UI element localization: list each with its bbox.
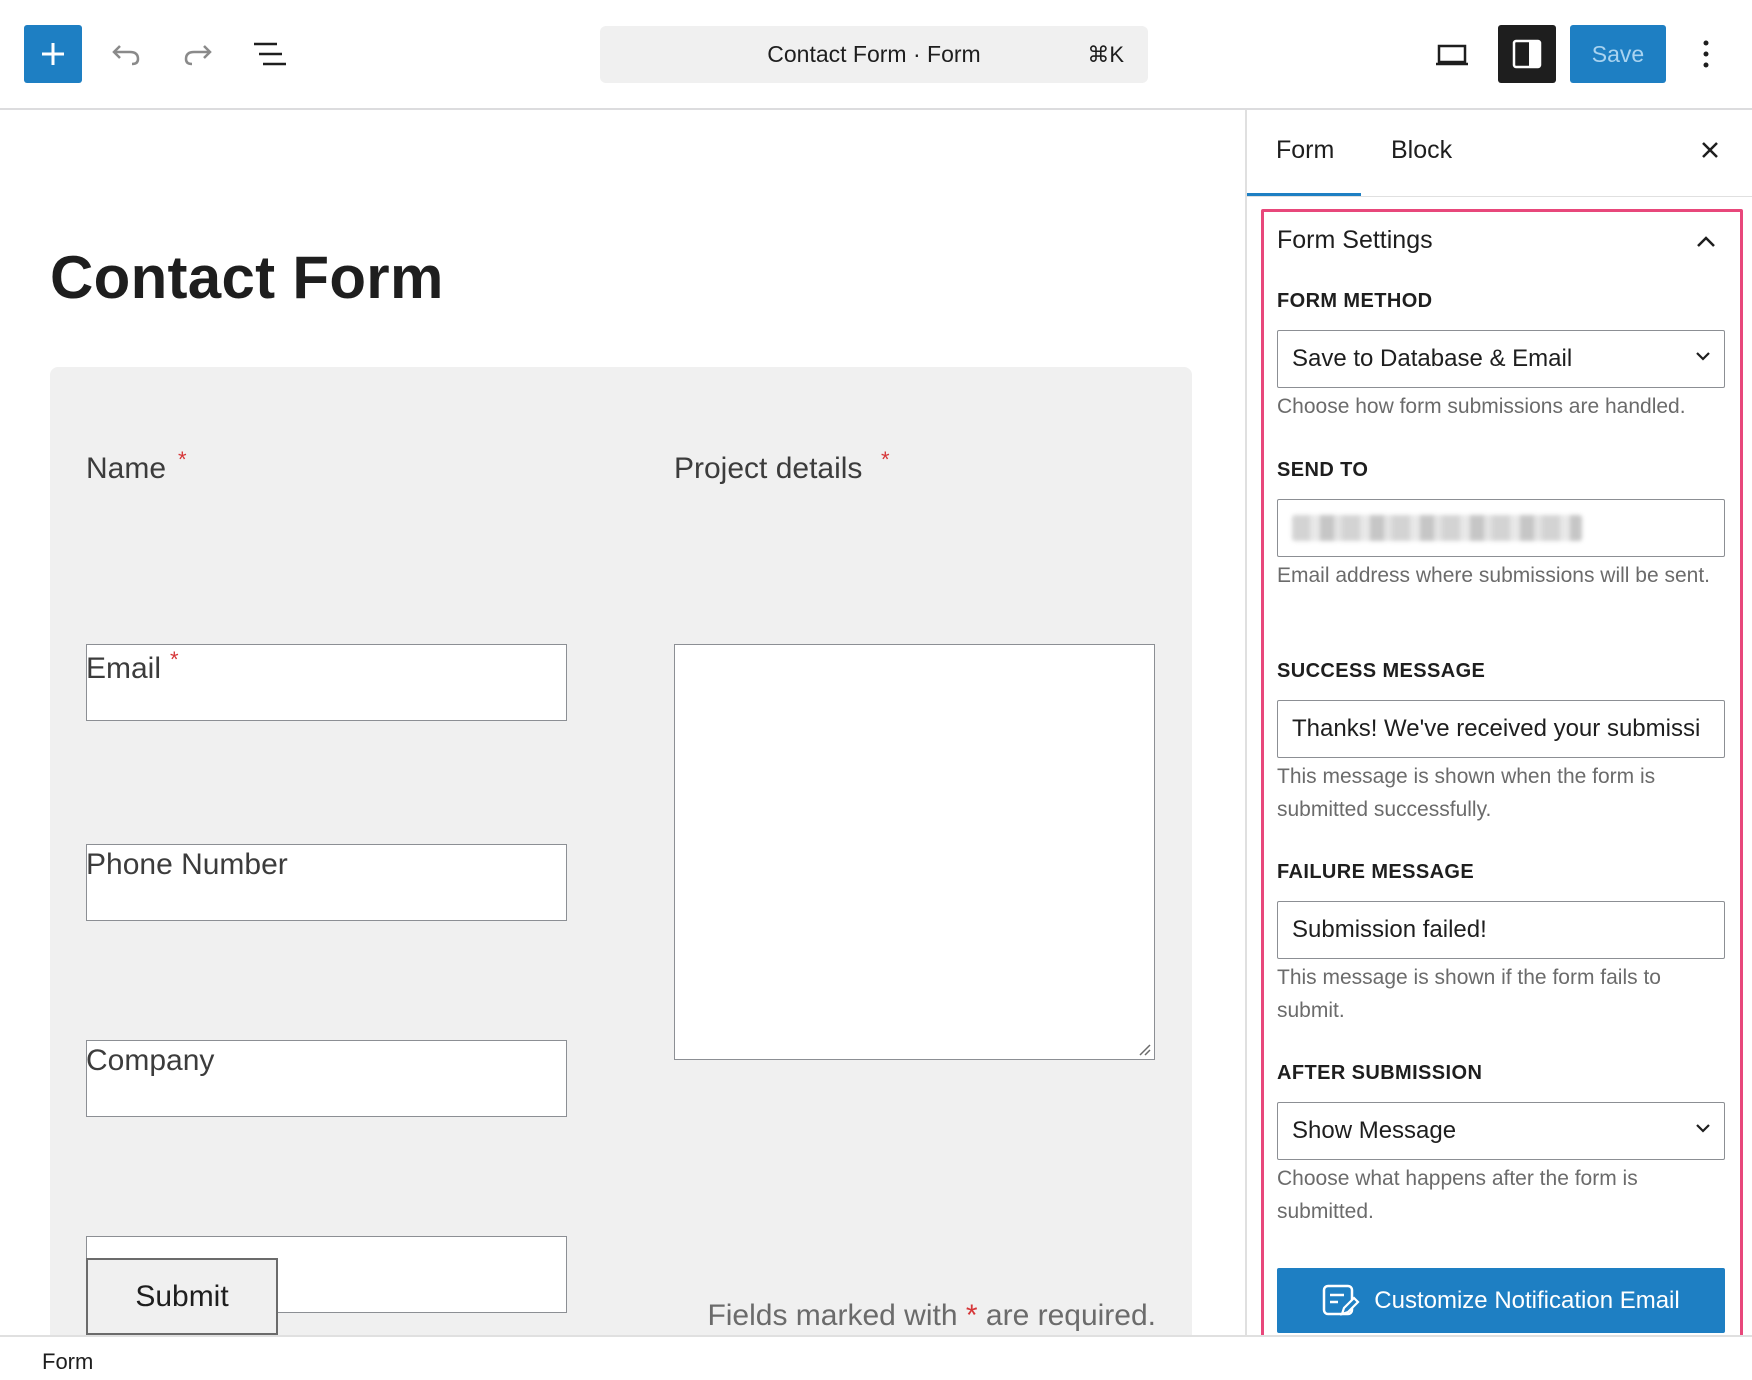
redacted-email [1292,515,1582,541]
project-details-label: Project details [674,452,863,485]
options-menu-button[interactable] [1686,29,1726,79]
project-details-textarea[interactable] [674,644,1155,1060]
required-fields-note: Fields marked with * are required. [707,1299,1156,1333]
email-edit-icon [1323,1284,1360,1316]
required-note-suffix: are required. [985,1299,1156,1332]
document-title: Contact Form · Form [767,41,981,67]
contact-form-block[interactable]: Name * Email * Phone Number Company Proj… [50,367,1192,1336]
after-submission-select[interactable]: Show Message [1277,1102,1725,1160]
editor-canvas: Contact Form Name * Email * Phone Number… [0,110,1245,1336]
chevron-down-icon [1696,352,1710,361]
send-to-label: SEND TO [1277,459,1369,481]
required-marker: * [170,647,179,672]
after-submission-value: Show Message [1292,1117,1457,1144]
form-method-value: Save to Database & Email [1292,345,1573,372]
failure-message-input[interactable]: Submission failed! [1277,901,1725,959]
undo-icon [112,45,140,66]
name-label: Name [86,452,167,485]
chevron-up-icon [1697,236,1715,247]
cta-label: Customize Notification Email [1374,1286,1680,1314]
tab-block[interactable]: Block [1391,136,1452,165]
form-settings-panel: Form Settings FORM METHOD Save to Databa… [1261,209,1743,1347]
preview-device-button[interactable] [1426,29,1478,81]
required-note-prefix: Fields marked with [707,1299,958,1332]
success-message-value: Thanks! We've received your submissi [1292,715,1701,742]
sidebar-icon [1512,39,1542,69]
desktop-icon [1436,44,1468,66]
submit-button[interactable]: Submit [86,1258,278,1335]
required-note-star: * [965,1299,978,1332]
redo-icon [184,45,212,66]
editor-toolbar: Contact Form · Form ⌘K Save [0,0,1752,110]
resize-handle-icon[interactable] [1137,1042,1151,1056]
save-button[interactable]: Save [1570,25,1666,83]
block-breadcrumb-bar: Form [0,1335,1752,1380]
customize-notification-email-button[interactable]: Customize Notification Email [1277,1268,1725,1333]
chevron-down-icon [1696,1124,1710,1133]
command-shortcut: ⌘K [1087,41,1124,67]
settings-sidebar: Form Block Form Settings FORM METHOD Sav… [1245,110,1752,1347]
add-block-button[interactable] [24,25,82,83]
collapse-panel-button[interactable] [1688,224,1724,260]
success-message-label: SUCCESS MESSAGE [1277,660,1486,682]
success-message-input[interactable]: Thanks! We've received your submissi [1277,700,1725,758]
page-title[interactable]: Contact Form [50,243,444,312]
plus-icon [42,43,64,65]
form-method-help: Choose how form submissions are handled. [1277,395,1686,418]
panel-title[interactable]: Form Settings [1277,226,1433,255]
settings-sidebar-toggle[interactable] [1498,25,1556,83]
failure-message-value: Submission failed! [1292,916,1487,943]
form-method-label: FORM METHOD [1277,290,1433,312]
failure-message-help: This message is shown if the form fails … [1277,966,1661,1022]
command-palette-bar[interactable]: Contact Form · Form ⌘K [600,26,1148,83]
required-marker: * [178,447,187,472]
close-sidebar-button[interactable] [1690,130,1730,170]
send-to-help: Email address where submissions will be … [1277,564,1711,587]
company-label: Company [86,1044,215,1077]
more-vertical-icon [1703,40,1709,68]
document-overview-button[interactable] [245,29,295,79]
breadcrumb-form[interactable]: Form [42,1349,93,1375]
redo-button[interactable] [173,29,223,79]
form-method-select[interactable]: Save to Database & Email [1277,330,1725,388]
after-submission-help: Choose what happens after the form is su… [1277,1167,1638,1223]
success-message-help: This message is shown when the form is s… [1277,765,1656,821]
required-marker: * [881,447,890,472]
list-view-icon [254,42,286,66]
send-to-email-input[interactable] [1277,499,1725,557]
tabs-divider [1247,196,1752,197]
email-label: Email [86,652,162,685]
undo-button[interactable] [101,29,151,79]
failure-message-label: FAILURE MESSAGE [1277,861,1475,883]
close-icon [1702,142,1718,158]
tab-form[interactable]: Form [1276,136,1334,165]
after-submission-label: AFTER SUBMISSION [1277,1062,1483,1084]
phone-label: Phone Number [86,848,288,881]
